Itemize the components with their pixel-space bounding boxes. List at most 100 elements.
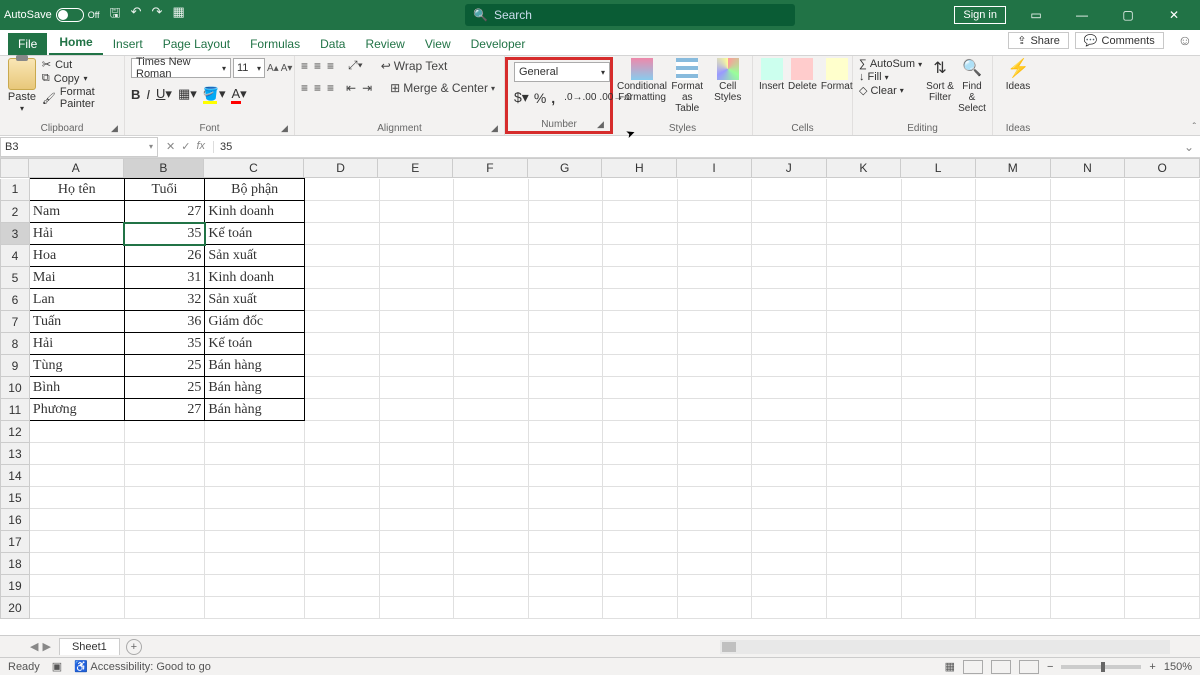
- maximize-icon[interactable]: ▢: [1106, 0, 1150, 30]
- cell[interactable]: [528, 531, 603, 553]
- cell[interactable]: [827, 179, 902, 201]
- cell[interactable]: [901, 487, 976, 509]
- tab-home[interactable]: Home: [49, 31, 102, 55]
- cell[interactable]: [528, 245, 603, 267]
- cell[interactable]: Kế toán: [205, 223, 305, 245]
- cell[interactable]: [124, 465, 205, 487]
- cell[interactable]: [379, 179, 454, 201]
- align-middle-icon[interactable]: ≡: [314, 59, 321, 73]
- cell[interactable]: [454, 267, 529, 289]
- cell[interactable]: [304, 509, 379, 531]
- cell[interactable]: [205, 487, 305, 509]
- cell[interactable]: [827, 531, 902, 553]
- cell[interactable]: [1125, 223, 1200, 245]
- cell[interactable]: [1050, 311, 1125, 333]
- cell[interactable]: [976, 597, 1051, 619]
- cell[interactable]: [752, 223, 827, 245]
- cell[interactable]: [379, 399, 454, 421]
- cell[interactable]: [752, 465, 827, 487]
- row-header[interactable]: 15: [1, 487, 30, 509]
- worksheet-grid[interactable]: ABCDEFGHIJKLMNO 1Họ tênTuổiBộ phận2Nam27…: [0, 158, 1200, 641]
- cell[interactable]: [677, 245, 752, 267]
- cell[interactable]: [976, 531, 1051, 553]
- cell[interactable]: [901, 531, 976, 553]
- cell[interactable]: [304, 245, 379, 267]
- cell[interactable]: [124, 443, 205, 465]
- tab-file[interactable]: File: [8, 33, 47, 55]
- number-format-dropdown[interactable]: General▾: [514, 62, 610, 82]
- cell[interactable]: [603, 311, 678, 333]
- row-header[interactable]: 12: [1, 421, 30, 443]
- sort-filter-button[interactable]: ⇅Sort & Filter: [926, 58, 954, 103]
- cell[interactable]: [454, 531, 529, 553]
- row-header[interactable]: 1: [1, 179, 30, 201]
- row-header[interactable]: 3: [1, 223, 30, 245]
- cell[interactable]: [827, 333, 902, 355]
- cell[interactable]: [827, 487, 902, 509]
- cell[interactable]: [379, 289, 454, 311]
- sheet-next-icon[interactable]: ▶: [42, 640, 50, 653]
- cell[interactable]: [1125, 311, 1200, 333]
- cell[interactable]: [1125, 465, 1200, 487]
- column-header[interactable]: H: [602, 158, 677, 178]
- column-header[interactable]: I: [677, 158, 752, 178]
- cell[interactable]: [29, 509, 124, 531]
- select-all-corner[interactable]: [0, 158, 29, 178]
- cell[interactable]: [1125, 575, 1200, 597]
- fx-icon[interactable]: fx: [196, 140, 205, 153]
- cell[interactable]: [1050, 377, 1125, 399]
- cell[interactable]: [454, 553, 529, 575]
- cell[interactable]: [603, 223, 678, 245]
- cut-button[interactable]: ✂Cut: [42, 58, 118, 71]
- cell[interactable]: [29, 597, 124, 619]
- cell[interactable]: [901, 223, 976, 245]
- cell[interactable]: [528, 597, 603, 619]
- cell[interactable]: [1125, 421, 1200, 443]
- cell[interactable]: [304, 377, 379, 399]
- feedback-icon[interactable]: ☺: [1178, 32, 1192, 49]
- cell[interactable]: [205, 421, 305, 443]
- cell[interactable]: [976, 223, 1051, 245]
- cell[interactable]: [976, 421, 1051, 443]
- row-header[interactable]: 5: [1, 267, 30, 289]
- cell[interactable]: [205, 465, 305, 487]
- cell[interactable]: [1050, 245, 1125, 267]
- comma-format-button[interactable]: ,: [551, 90, 555, 106]
- cell[interactable]: [827, 465, 902, 487]
- cell[interactable]: [304, 355, 379, 377]
- zoom-level[interactable]: 150%: [1164, 661, 1192, 673]
- cell[interactable]: 27: [124, 201, 205, 223]
- cell[interactable]: [827, 553, 902, 575]
- cell[interactable]: [1050, 597, 1125, 619]
- cell[interactable]: [1125, 245, 1200, 267]
- increase-decimal-icon[interactable]: .0→.00: [564, 92, 596, 103]
- cell[interactable]: [752, 201, 827, 223]
- cell[interactable]: [304, 179, 379, 201]
- column-header[interactable]: D: [304, 158, 379, 178]
- column-header[interactable]: O: [1125, 158, 1200, 178]
- cell[interactable]: [304, 201, 379, 223]
- cell[interactable]: [304, 531, 379, 553]
- borders-button[interactable]: ▦▾: [178, 86, 197, 102]
- cell[interactable]: Mai: [29, 267, 124, 289]
- cell[interactable]: [454, 311, 529, 333]
- cell[interactable]: Kinh doanh: [205, 201, 305, 223]
- cell[interactable]: [454, 179, 529, 201]
- cell[interactable]: [29, 575, 124, 597]
- cell[interactable]: [677, 399, 752, 421]
- cell[interactable]: [827, 355, 902, 377]
- cell[interactable]: Hải: [29, 333, 124, 355]
- cell[interactable]: [454, 201, 529, 223]
- cell[interactable]: [528, 377, 603, 399]
- cell[interactable]: [976, 289, 1051, 311]
- cell[interactable]: [304, 465, 379, 487]
- cell[interactable]: 35: [124, 223, 205, 245]
- cell[interactable]: Tuấn: [29, 311, 124, 333]
- cell[interactable]: [827, 399, 902, 421]
- cell[interactable]: [1050, 487, 1125, 509]
- cell[interactable]: [379, 553, 454, 575]
- cell[interactable]: [1125, 333, 1200, 355]
- cell[interactable]: [205, 443, 305, 465]
- new-sheet-button[interactable]: +: [126, 639, 142, 655]
- cell[interactable]: [304, 223, 379, 245]
